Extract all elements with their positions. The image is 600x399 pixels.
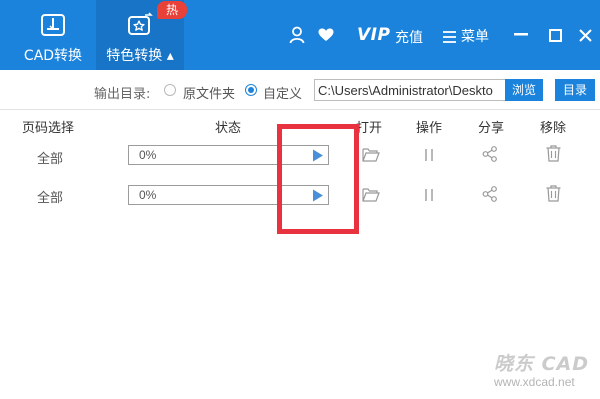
tab-special-convert-label: 特色转换 ▴ — [106, 48, 174, 64]
pause-icon[interactable] — [424, 189, 434, 201]
cad-convert-icon — [39, 12, 67, 38]
watermark-url: www.xdcad.net — [494, 375, 575, 389]
close-icon[interactable] — [579, 24, 592, 46]
trash-icon[interactable] — [546, 185, 561, 202]
folder-open-icon[interactable] — [362, 146, 380, 162]
radio-custom-label[interactable]: 自定义 — [263, 83, 302, 102]
minimize-icon[interactable] — [514, 24, 528, 46]
share-icon[interactable] — [482, 186, 498, 202]
column-header-status: 状态 — [215, 121, 242, 136]
progress-text: 0% — [139, 188, 157, 202]
browse-button[interactable]: 浏览 — [505, 79, 543, 101]
menu-label[interactable]: 菜单 — [461, 26, 489, 46]
maximize-icon[interactable] — [549, 24, 562, 46]
column-header-pages: 页码选择 — [22, 121, 75, 136]
trash-icon[interactable] — [546, 145, 561, 162]
column-header-open: 打开 — [356, 121, 383, 136]
column-header-action: 操作 — [416, 121, 443, 136]
watermark-title: 晓东 CAD — [494, 353, 590, 375]
recharge-link[interactable]: 充值 — [395, 27, 423, 47]
menu-icon[interactable] — [443, 28, 456, 43]
tab-cad-convert[interactable]: CAD转换 — [14, 0, 92, 70]
heart-icon[interactable] — [318, 24, 334, 46]
folder-open-icon[interactable] — [362, 186, 380, 202]
column-header-remove: 移除 — [540, 121, 567, 136]
radio-source-folder-label[interactable]: 原文件夹 — [183, 83, 235, 102]
output-directory-bar: 输出目录: 原文件夹 自定义 浏览 目录 — [0, 70, 600, 110]
radio-custom[interactable] — [245, 84, 257, 96]
column-header-share: 分享 — [478, 121, 505, 136]
output-path-input[interactable] — [314, 79, 506, 101]
page-selection[interactable]: 全部 — [37, 187, 63, 206]
open-directory-button[interactable]: 目录 — [555, 79, 595, 101]
user-icon[interactable] — [289, 24, 305, 46]
progress-text: 0% — [139, 148, 157, 162]
share-icon[interactable] — [482, 146, 498, 162]
special-convert-icon — [126, 12, 154, 38]
title-bar: CAD转换 特色转换 ▴ 热 VIP 充值 菜单 — [0, 0, 600, 70]
radio-source-folder[interactable] — [164, 84, 176, 96]
caret-up-icon: ▴ — [166, 48, 174, 64]
tab-cad-convert-label: CAD转换 — [23, 48, 83, 64]
vip-label[interactable]: VIP — [357, 25, 390, 45]
pause-icon[interactable] — [424, 149, 434, 161]
page-selection[interactable]: 全部 — [37, 148, 63, 167]
hot-badge: 热 — [157, 1, 187, 19]
highlight-box — [277, 124, 359, 234]
output-directory-label: 输出目录: — [94, 87, 151, 102]
